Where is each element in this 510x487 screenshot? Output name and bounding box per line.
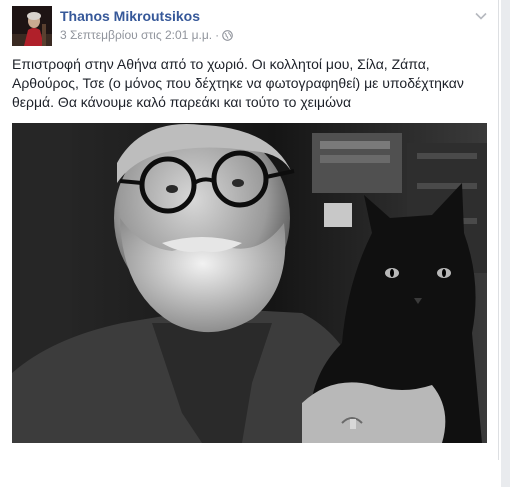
avatar[interactable] xyxy=(12,6,52,46)
post-header: Thanos Mikroutsikos 3 Σεπτεμβρίου στις 2… xyxy=(12,6,488,46)
post-timestamp[interactable]: 3 Σεπτεμβρίου στις 2:01 μ.μ. xyxy=(60,28,212,42)
chevron-down-icon[interactable] xyxy=(474,8,488,20)
author-name-link[interactable]: Thanos Mikroutsikos xyxy=(60,8,200,24)
meta-separator: · xyxy=(215,28,220,42)
photo-image xyxy=(12,123,487,443)
globe-icon[interactable] xyxy=(222,29,233,41)
avatar-image xyxy=(12,6,52,46)
right-rail xyxy=(501,0,510,487)
post-meta: 3 Σεπτεμβρίου στις 2:01 μ.μ. · xyxy=(60,28,233,42)
post-card: Thanos Mikroutsikos 3 Σεπτεμβρίου στις 2… xyxy=(0,0,499,460)
post-text: Επιστροφή στην Αθήνα από το χωριό. Οι κο… xyxy=(12,56,464,110)
post-photo[interactable] xyxy=(12,123,487,443)
